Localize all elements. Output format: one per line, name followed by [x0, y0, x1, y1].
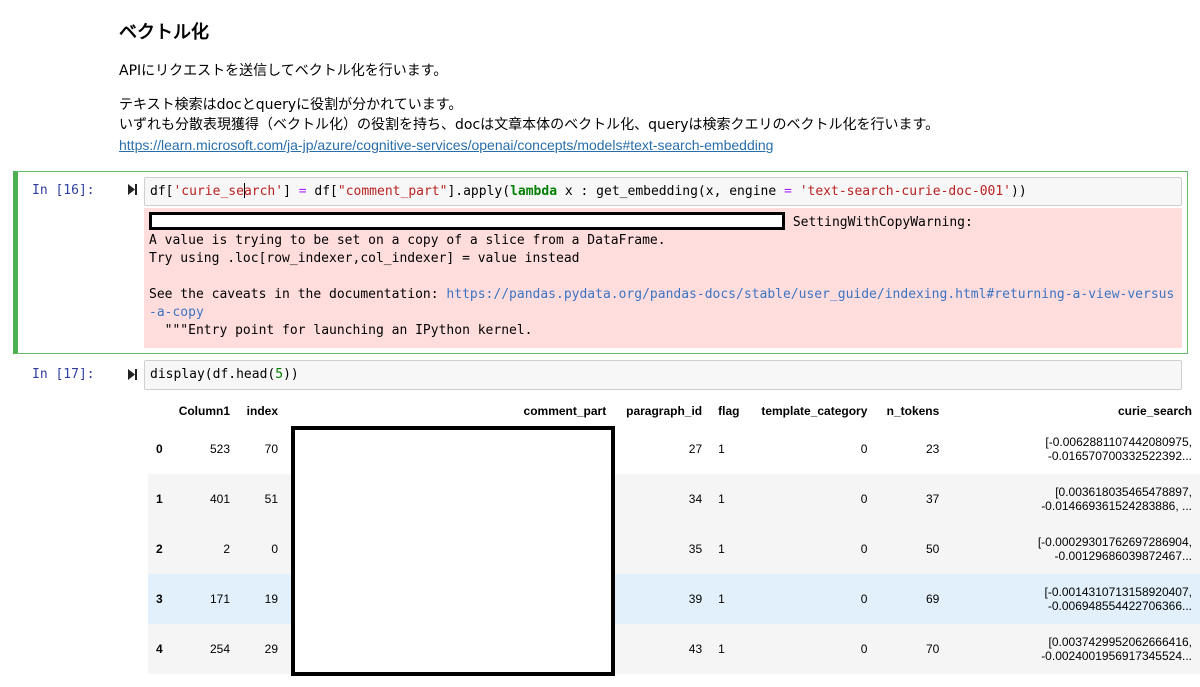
cell-n-tokens: 23	[925, 442, 940, 456]
row-index: 3	[156, 592, 163, 606]
cell-paragraph-id: 35	[688, 542, 703, 556]
run-cell-icon[interactable]	[128, 184, 137, 195]
col-header-index-blank	[148, 398, 171, 424]
cell-paragraph-id: 39	[688, 592, 703, 606]
cell-template-category: 0	[860, 642, 868, 656]
col-header-index: index	[246, 404, 279, 418]
cell-16-stderr-output: SettingWithCopyWarning: A value is tryin…	[144, 208, 1182, 348]
cell-column1: 254	[210, 642, 231, 656]
cell-column1: 523	[210, 442, 231, 456]
cell-column1: 2	[223, 542, 231, 556]
cell-flag: 1	[718, 642, 725, 656]
cell-index: 19	[264, 592, 279, 606]
cell-flag: 1	[718, 492, 725, 506]
cell-n-tokens: 37	[925, 492, 940, 506]
warning-line-1: A value is trying to be set on a copy of…	[149, 233, 666, 248]
cell-index: 0	[271, 542, 279, 556]
cell-flag: 1	[718, 542, 725, 556]
col-header-flag: flag	[718, 404, 740, 418]
cell-curie-search: [-0.0062881107442080975, -0.0165707003325…	[1045, 435, 1192, 463]
col-header-comment-part: comment_part	[523, 404, 607, 418]
cell-template-category: 0	[860, 442, 868, 456]
cell-n-tokens: 50	[925, 542, 940, 556]
cell-template-category: 0	[860, 592, 868, 606]
markdown-cell[interactable]: ベクトル化 APIにリクエストを送信してベクトル化を行います。 テキスト検索はd…	[119, 18, 1179, 156]
row-index: 0	[156, 442, 163, 456]
cell-curie-search: [-0.00029301762697286904, -0.001296860398…	[1037, 535, 1192, 563]
cell-n-tokens: 70	[925, 642, 940, 656]
warning-line-2: Try using .loc[row_indexer,col_indexer] …	[149, 251, 580, 266]
col-header-paragraph-id: paragraph_id	[626, 404, 703, 418]
description-line-2: いずれも分散表現獲得（ベクトル化）の役割を持ち、docは文章本体のベクトル化、q…	[119, 117, 940, 133]
cell-template-category: 0	[860, 542, 868, 556]
cell-column1: 171	[210, 592, 231, 606]
redacted-comment-column	[291, 426, 615, 676]
col-header-curie-search: curie_search	[1117, 404, 1192, 418]
warning-line-3-prefix: See the caveats in the documentation:	[149, 287, 447, 302]
redacted-path	[149, 212, 785, 230]
row-index: 2	[156, 542, 163, 556]
warning-line-4: """Entry point for launching an IPython …	[149, 323, 533, 338]
cell-index: 70	[264, 442, 279, 456]
col-header-n-tokens: n_tokens	[886, 404, 940, 418]
cell-paragraph-id: 27	[688, 442, 703, 456]
docs-link[interactable]: https://learn.microsoft.com/ja-jp/azure/…	[119, 137, 773, 153]
cell-16-code-input[interactable]: df['curie_search'] = df["comment_part"].…	[144, 177, 1182, 206]
cell-curie-search: [-0.0014310713158920407, -0.0069485544227…	[1044, 585, 1192, 613]
run-cell-icon[interactable]	[128, 369, 137, 380]
row-index: 4	[156, 642, 163, 656]
intro-paragraph: APIにリクエストを送信してベクトル化を行います。	[119, 63, 448, 79]
section-heading: ベクトル化	[119, 22, 209, 43]
cell-index: 29	[264, 642, 279, 656]
cell-n-tokens: 69	[925, 592, 940, 606]
cell-16-prompt: In [16]:	[32, 183, 95, 198]
cell-index: 51	[264, 492, 279, 506]
cell-curie-search: [0.003618035465478897, -0.014669361524283…	[1041, 485, 1192, 513]
cell-flag: 1	[718, 592, 725, 606]
cell-17-code-input[interactable]: display(df.head(5))	[144, 360, 1182, 390]
cell-column1: 401	[210, 492, 231, 506]
warning-type: SettingWithCopyWarning:	[785, 215, 973, 230]
cell-paragraph-id: 34	[688, 492, 703, 506]
cell-curie-search: [0.0037429952062666416, -0.00240019569173…	[1041, 635, 1192, 663]
cell-17-prompt: In [17]:	[32, 367, 95, 382]
description-line-1: テキスト検索はdocとqueryに役割が分かれています。	[119, 97, 463, 113]
cell-template-category: 0	[860, 492, 868, 506]
col-header-column1: Column1	[178, 404, 231, 418]
col-header-template-category: template_category	[761, 404, 868, 418]
table-header-row: Column1 index comment_part paragraph_id …	[148, 398, 1200, 424]
row-index: 1	[156, 492, 163, 506]
cell-paragraph-id: 43	[688, 642, 703, 656]
cell-flag: 1	[718, 442, 725, 456]
